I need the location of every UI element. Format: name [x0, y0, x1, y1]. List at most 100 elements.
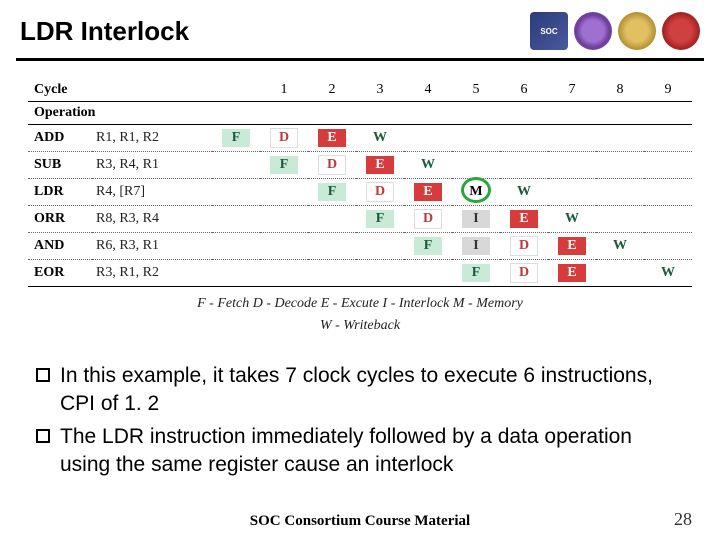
stage-cell: [212, 152, 260, 179]
stage-cell: [308, 260, 356, 287]
stage-cell: [212, 233, 260, 260]
bullet-text: The LDR instruction immediately followed…: [60, 423, 684, 478]
stage-cell: E: [356, 152, 404, 179]
stage-cell: [260, 179, 308, 206]
cycle-col-1: 1: [260, 79, 308, 102]
logo-soc: SOC: [530, 12, 568, 50]
stage-cell: E: [548, 260, 596, 287]
stage-cell: [308, 233, 356, 260]
cycle-col-3: 3: [356, 79, 404, 102]
stage-cell: [644, 152, 692, 179]
legend-line-2: W - Writeback: [28, 315, 692, 337]
stage-cell: [212, 206, 260, 233]
pipeline-legend: F - Fetch D - Decode E - Excute I - Inte…: [28, 293, 692, 338]
stage-cell: D: [260, 125, 308, 152]
stage-cell: W: [596, 233, 644, 260]
stage-cell: [356, 260, 404, 287]
stage-cell: [644, 206, 692, 233]
operands-cell: R4, [R7]: [92, 179, 212, 206]
logo-red: [662, 12, 700, 50]
instr-cell: LDR: [28, 179, 92, 206]
stage-cell: W: [356, 125, 404, 152]
stage-cell: [404, 260, 452, 287]
stage-cell: F: [260, 152, 308, 179]
instr-cell: ADD: [28, 125, 92, 152]
header-operation-label: Operation: [28, 102, 212, 125]
stage-cell: [548, 152, 596, 179]
stage-cell: [260, 233, 308, 260]
footer-text: SOC Consortium Course Material: [0, 513, 720, 530]
logo-purple: [574, 12, 612, 50]
cycle-col-7: 7: [548, 79, 596, 102]
stage-cell: E: [548, 233, 596, 260]
bullet-item: The LDR instruction immediately followed…: [36, 423, 684, 478]
stage-cell: F: [212, 125, 260, 152]
stage-cell: F: [308, 179, 356, 206]
bullet-item: In this example, it takes 7 clock cycles…: [36, 362, 684, 417]
logo-gold: [618, 12, 656, 50]
stage-cell: [500, 125, 548, 152]
stage-cell: D: [500, 233, 548, 260]
stage-cell: W: [404, 152, 452, 179]
stage-cell: [260, 260, 308, 287]
stage-cell: [644, 125, 692, 152]
title-rule: [16, 58, 704, 61]
stage-cell: E: [404, 179, 452, 206]
stage-cell: I: [452, 206, 500, 233]
instr-cell: SUB: [28, 152, 92, 179]
stage-cell: F: [356, 206, 404, 233]
instr-cell: EOR: [28, 260, 92, 287]
stage-cell: [212, 260, 260, 287]
stage-cell: D: [404, 206, 452, 233]
pipeline-diagram: Cycle123456789OperationADDR1, R1, R2FDEW…: [28, 79, 692, 338]
stage-cell: [452, 125, 500, 152]
stage-cell: [644, 179, 692, 206]
cycle-col-9: 9: [644, 79, 692, 102]
stage-cell: F: [404, 233, 452, 260]
stage-cell: [452, 152, 500, 179]
operands-cell: R6, R3, R1: [92, 233, 212, 260]
stage-cell: [212, 179, 260, 206]
header-cycle-label: Cycle: [28, 79, 212, 102]
logo-row: SOC: [530, 12, 700, 50]
cycle-col-4: 4: [404, 79, 452, 102]
stage-cell: [548, 179, 596, 206]
stage-cell: W: [500, 179, 548, 206]
operands-cell: R1, R1, R2: [92, 125, 212, 152]
cycle-col-5: 5: [452, 79, 500, 102]
stage-cell: E: [308, 125, 356, 152]
cycle-col-0: [212, 79, 260, 102]
cycle-col-8: 8: [596, 79, 644, 102]
cycle-col-2: 2: [308, 79, 356, 102]
stage-cell: [596, 152, 644, 179]
stage-cell: [260, 206, 308, 233]
instr-cell: AND: [28, 233, 92, 260]
operands-cell: R3, R1, R2: [92, 260, 212, 287]
stage-cell: [596, 125, 644, 152]
bullet-box-icon: [36, 429, 50, 443]
legend-line-1: F - Fetch D - Decode E - Excute I - Inte…: [28, 293, 692, 315]
stage-cell: W: [548, 206, 596, 233]
page-number: 28: [674, 509, 692, 530]
stage-cell: [596, 206, 644, 233]
operands-cell: R8, R3, R4: [92, 206, 212, 233]
stage-cell: W: [644, 260, 692, 287]
instr-cell: ORR: [28, 206, 92, 233]
cycle-col-6: 6: [500, 79, 548, 102]
stage-cell: [404, 125, 452, 152]
stage-cell: D: [500, 260, 548, 287]
stage-cell: [548, 125, 596, 152]
stage-cell: D: [308, 152, 356, 179]
stage-cell: D: [356, 179, 404, 206]
stage-cell: [500, 152, 548, 179]
bullet-box-icon: [36, 368, 50, 382]
stage-cell: [596, 260, 644, 287]
operands-cell: R3, R4, R1: [92, 152, 212, 179]
stage-cell: M: [452, 179, 500, 206]
bullet-list: In this example, it takes 7 clock cycles…: [36, 362, 684, 479]
stage-cell: [644, 233, 692, 260]
stage-cell: E: [500, 206, 548, 233]
slide-title: LDR Interlock: [20, 16, 189, 47]
stage-cell: [356, 233, 404, 260]
stage-cell: [308, 206, 356, 233]
